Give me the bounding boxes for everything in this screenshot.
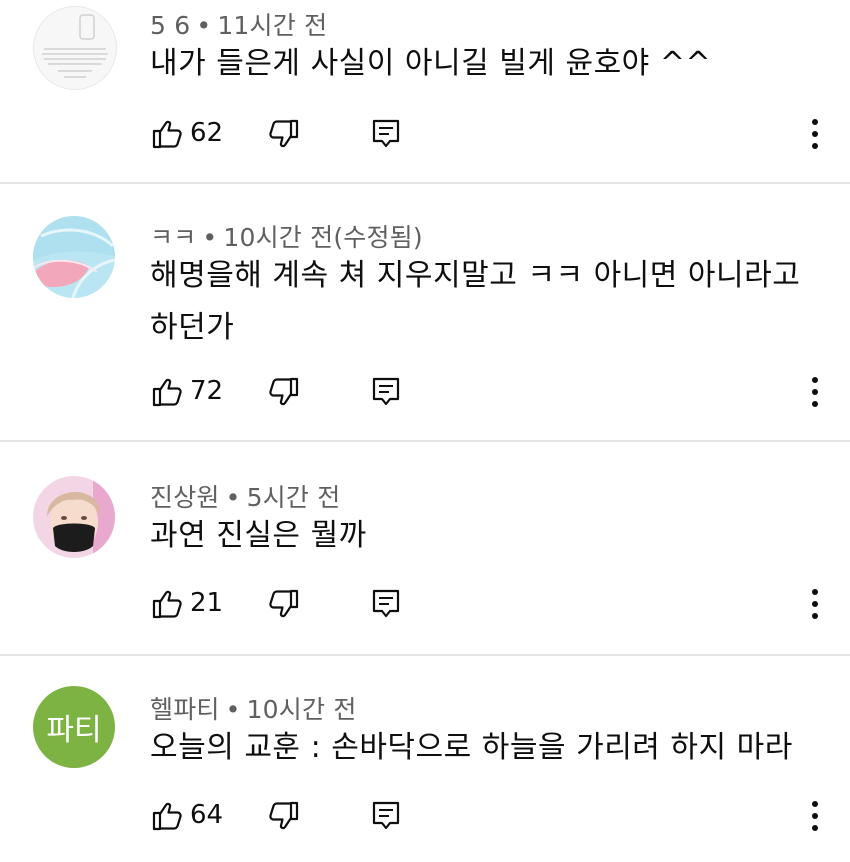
comment-actions: 64 bbox=[0, 798, 850, 838]
comment-author[interactable]: ㅋㅋ bbox=[150, 223, 196, 252]
comment-item: ㅋㅋ • 10시간 전(수정됨) 해명을해 계속 쳐 지우지말고 ㅋㅋ 아니면 아니… bbox=[0, 184, 850, 440]
like-count: 62 bbox=[190, 118, 224, 148]
comment-text: 오늘의 교훈 : 손바닥으로 하늘을 가리려 하지 마라 bbox=[150, 730, 793, 765]
avatar-initials: 파티 bbox=[46, 713, 102, 748]
comment-text: 내가 들은게 사실이 아니길 빌게 윤호야 ^^ bbox=[150, 46, 712, 81]
avatar-pastel-circle-icon bbox=[33, 216, 115, 298]
avatar[interactable] bbox=[33, 216, 115, 298]
thumbs-down-icon[interactable] bbox=[265, 798, 301, 834]
comment-author[interactable]: 5 6 bbox=[150, 11, 190, 40]
thumbs-down-icon[interactable] bbox=[265, 586, 301, 622]
comment-time: 5시간 전 bbox=[246, 483, 341, 512]
like-count: 64 bbox=[190, 800, 224, 830]
meta-separator: • bbox=[225, 695, 241, 724]
more-vert-icon[interactable] bbox=[800, 116, 830, 152]
thumbs-up-icon[interactable] bbox=[150, 586, 186, 622]
thumbs-up-icon[interactable] bbox=[150, 116, 186, 152]
comment-text: 과연 진실은 뭘까 bbox=[150, 518, 367, 553]
thumbs-up-icon[interactable] bbox=[150, 374, 186, 410]
comment-author[interactable]: 진상원 bbox=[150, 483, 220, 512]
like-count: 21 bbox=[190, 588, 224, 618]
avatar-person-mask-icon bbox=[33, 476, 115, 558]
meta-separator: • bbox=[225, 483, 241, 512]
comment-meta: 헬파티 • 10시간 전 bbox=[150, 690, 357, 726]
comment-actions: 62 bbox=[0, 116, 850, 156]
comment-meta: 5 6 • 11시간 전 bbox=[150, 6, 327, 42]
thumbs-up-icon[interactable] bbox=[150, 798, 186, 834]
reply-icon[interactable] bbox=[368, 798, 404, 834]
more-vert-icon[interactable] bbox=[800, 374, 830, 410]
avatar[interactable] bbox=[33, 476, 115, 558]
comment-text: 해명을해 계속 쳐 지우지말고 ㅋㅋ 아니면 아니라고 하던가 bbox=[150, 258, 801, 345]
avatar[interactable]: 파티 bbox=[33, 686, 115, 768]
avatar-note-image-icon bbox=[34, 7, 116, 89]
reply-icon[interactable] bbox=[368, 374, 404, 410]
comment-meta: 진상원 • 5시간 전 bbox=[150, 478, 340, 514]
avatar[interactable] bbox=[33, 6, 117, 90]
comment-item: 파티 헬파티 • 10시간 전 오늘의 교훈 : 손바닥으로 하늘을 가리려 하지 … bbox=[0, 656, 850, 862]
like-count: 72 bbox=[190, 376, 224, 406]
comment-meta: ㅋㅋ • 10시간 전(수정됨) bbox=[150, 218, 423, 254]
reply-icon[interactable] bbox=[368, 116, 404, 152]
more-vert-icon[interactable] bbox=[800, 798, 830, 834]
comment-time: 10시간 전(수정됨) bbox=[223, 223, 423, 252]
meta-separator: • bbox=[202, 223, 218, 252]
comment-time: 11시간 전 bbox=[217, 11, 328, 40]
comment-time: 10시간 전 bbox=[246, 695, 357, 724]
comment-author[interactable]: 헬파티 bbox=[150, 695, 220, 724]
comment-item: 진상원 • 5시간 전 과연 진실은 뭘까 21 bbox=[0, 442, 850, 654]
comment-item: 5 6 • 11시간 전 내가 들은게 사실이 아니길 빌게 윤호야 ^^ 62 bbox=[0, 0, 850, 182]
meta-separator: • bbox=[196, 11, 212, 40]
comment-actions: 72 bbox=[0, 374, 850, 414]
thumbs-down-icon[interactable] bbox=[265, 116, 301, 152]
reply-icon[interactable] bbox=[368, 586, 404, 622]
comment-actions: 21 bbox=[0, 586, 850, 626]
more-vert-icon[interactable] bbox=[800, 586, 830, 622]
thumbs-down-icon[interactable] bbox=[265, 374, 301, 410]
